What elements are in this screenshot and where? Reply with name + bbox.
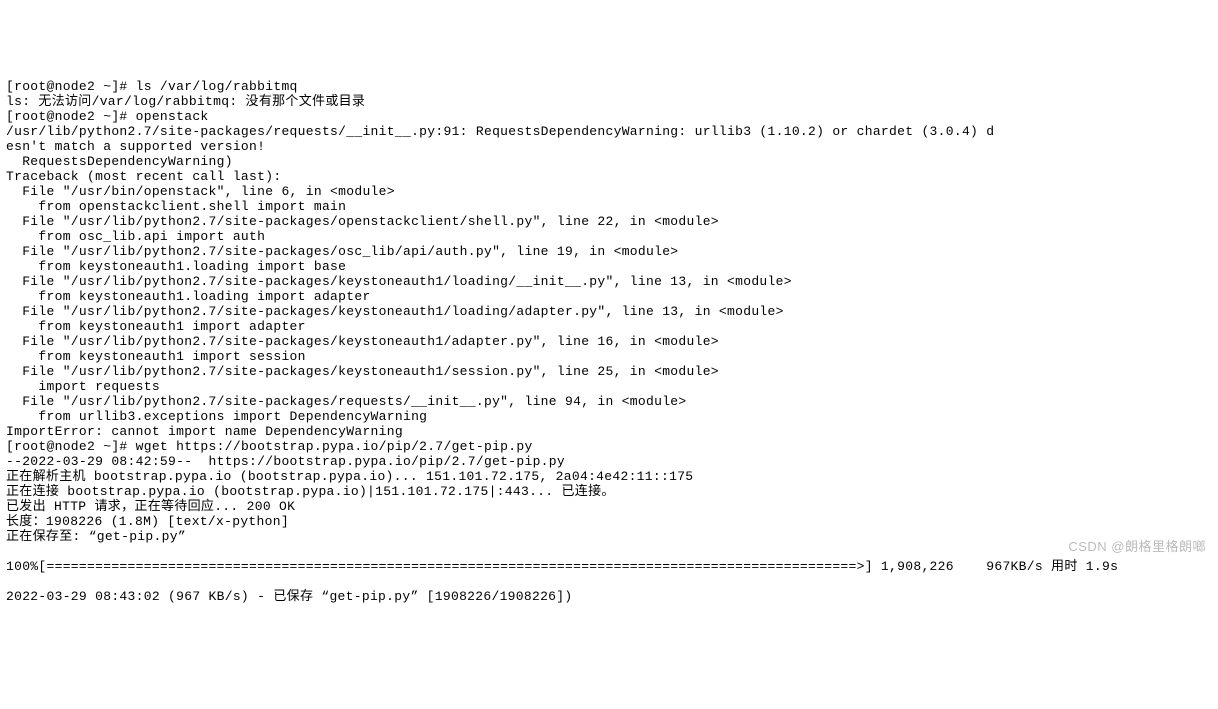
shell-prompt: [root@node2 ~]# [6, 79, 136, 94]
traceback-code: from urllib3.exceptions import Dependenc… [6, 409, 427, 424]
wget-output-line: 正在连接 bootstrap.pypa.io (bootstrap.pypa.i… [6, 484, 615, 499]
traceback-file: File "/usr/lib/python2.7/site-packages/k… [6, 364, 719, 379]
wget-output-line: --2022-03-29 08:42:59-- https://bootstra… [6, 454, 565, 469]
traceback-file: File "/usr/lib/python2.7/site-packages/k… [6, 334, 719, 349]
traceback-code: import requests [6, 379, 160, 394]
ls-error-line: ls: 无法访问/var/log/rabbitmq: 没有那个文件或目录 [6, 94, 365, 109]
wget-output-line: 已发出 HTTP 请求，正在等待回应... 200 OK [6, 499, 295, 514]
warning-line: RequestsDependencyWarning) [6, 154, 233, 169]
traceback-code: from keystoneauth1.loading import adapte… [6, 289, 371, 304]
traceback-file: File "/usr/bin/openstack", line 6, in <m… [6, 184, 395, 199]
traceback-code: from keystoneauth1 import session [6, 349, 306, 364]
csdn-watermark: CSDN @朗格里格朗啷 [1068, 539, 1206, 554]
traceback-code: from keystoneauth1 import adapter [6, 319, 306, 334]
traceback-file: File "/usr/lib/python2.7/site-packages/o… [6, 244, 678, 259]
traceback-file: File "/usr/lib/python2.7/site-packages/r… [6, 394, 687, 409]
shell-prompt: [root@node2 ~]# [6, 109, 136, 124]
wget-output-line: 2022-03-29 08:43:02 (967 KB/s) - 已保存 “ge… [6, 589, 572, 604]
traceback-header: Traceback (most recent call last): [6, 169, 281, 184]
command-text: wget https://bootstrap.pypa.io/pip/2.7/g… [136, 439, 533, 454]
import-error-line: ImportError: cannot import name Dependen… [6, 424, 403, 439]
traceback-code: from keystoneauth1.loading import base [6, 259, 346, 274]
shell-prompt: [root@node2 ~]# [6, 439, 136, 454]
traceback-code: from openstackclient.shell import main [6, 199, 346, 214]
traceback-file: File "/usr/lib/python2.7/site-packages/k… [6, 304, 784, 319]
wget-output-line: 长度：1908226 (1.8M) [text/x-python] [6, 514, 289, 529]
terminal-output: [root@node2 ~]# ls /var/log/rabbitmq ls:… [6, 64, 1212, 604]
wget-output-line: 正在保存至: “get-pip.py” [6, 529, 186, 544]
warning-line: esn't match a supported version! [6, 139, 265, 154]
command-text: ls /var/log/rabbitmq [136, 79, 298, 94]
traceback-file: File "/usr/lib/python2.7/site-packages/k… [6, 274, 792, 289]
traceback-file: File "/usr/lib/python2.7/site-packages/o… [6, 214, 719, 229]
command-text: openstack [136, 109, 209, 124]
traceback-code: from osc_lib.api import auth [6, 229, 265, 244]
warning-line: /usr/lib/python2.7/site-packages/request… [6, 124, 994, 139]
wget-output-line: 正在解析主机 bootstrap.pypa.io (bootstrap.pypa… [6, 469, 693, 484]
